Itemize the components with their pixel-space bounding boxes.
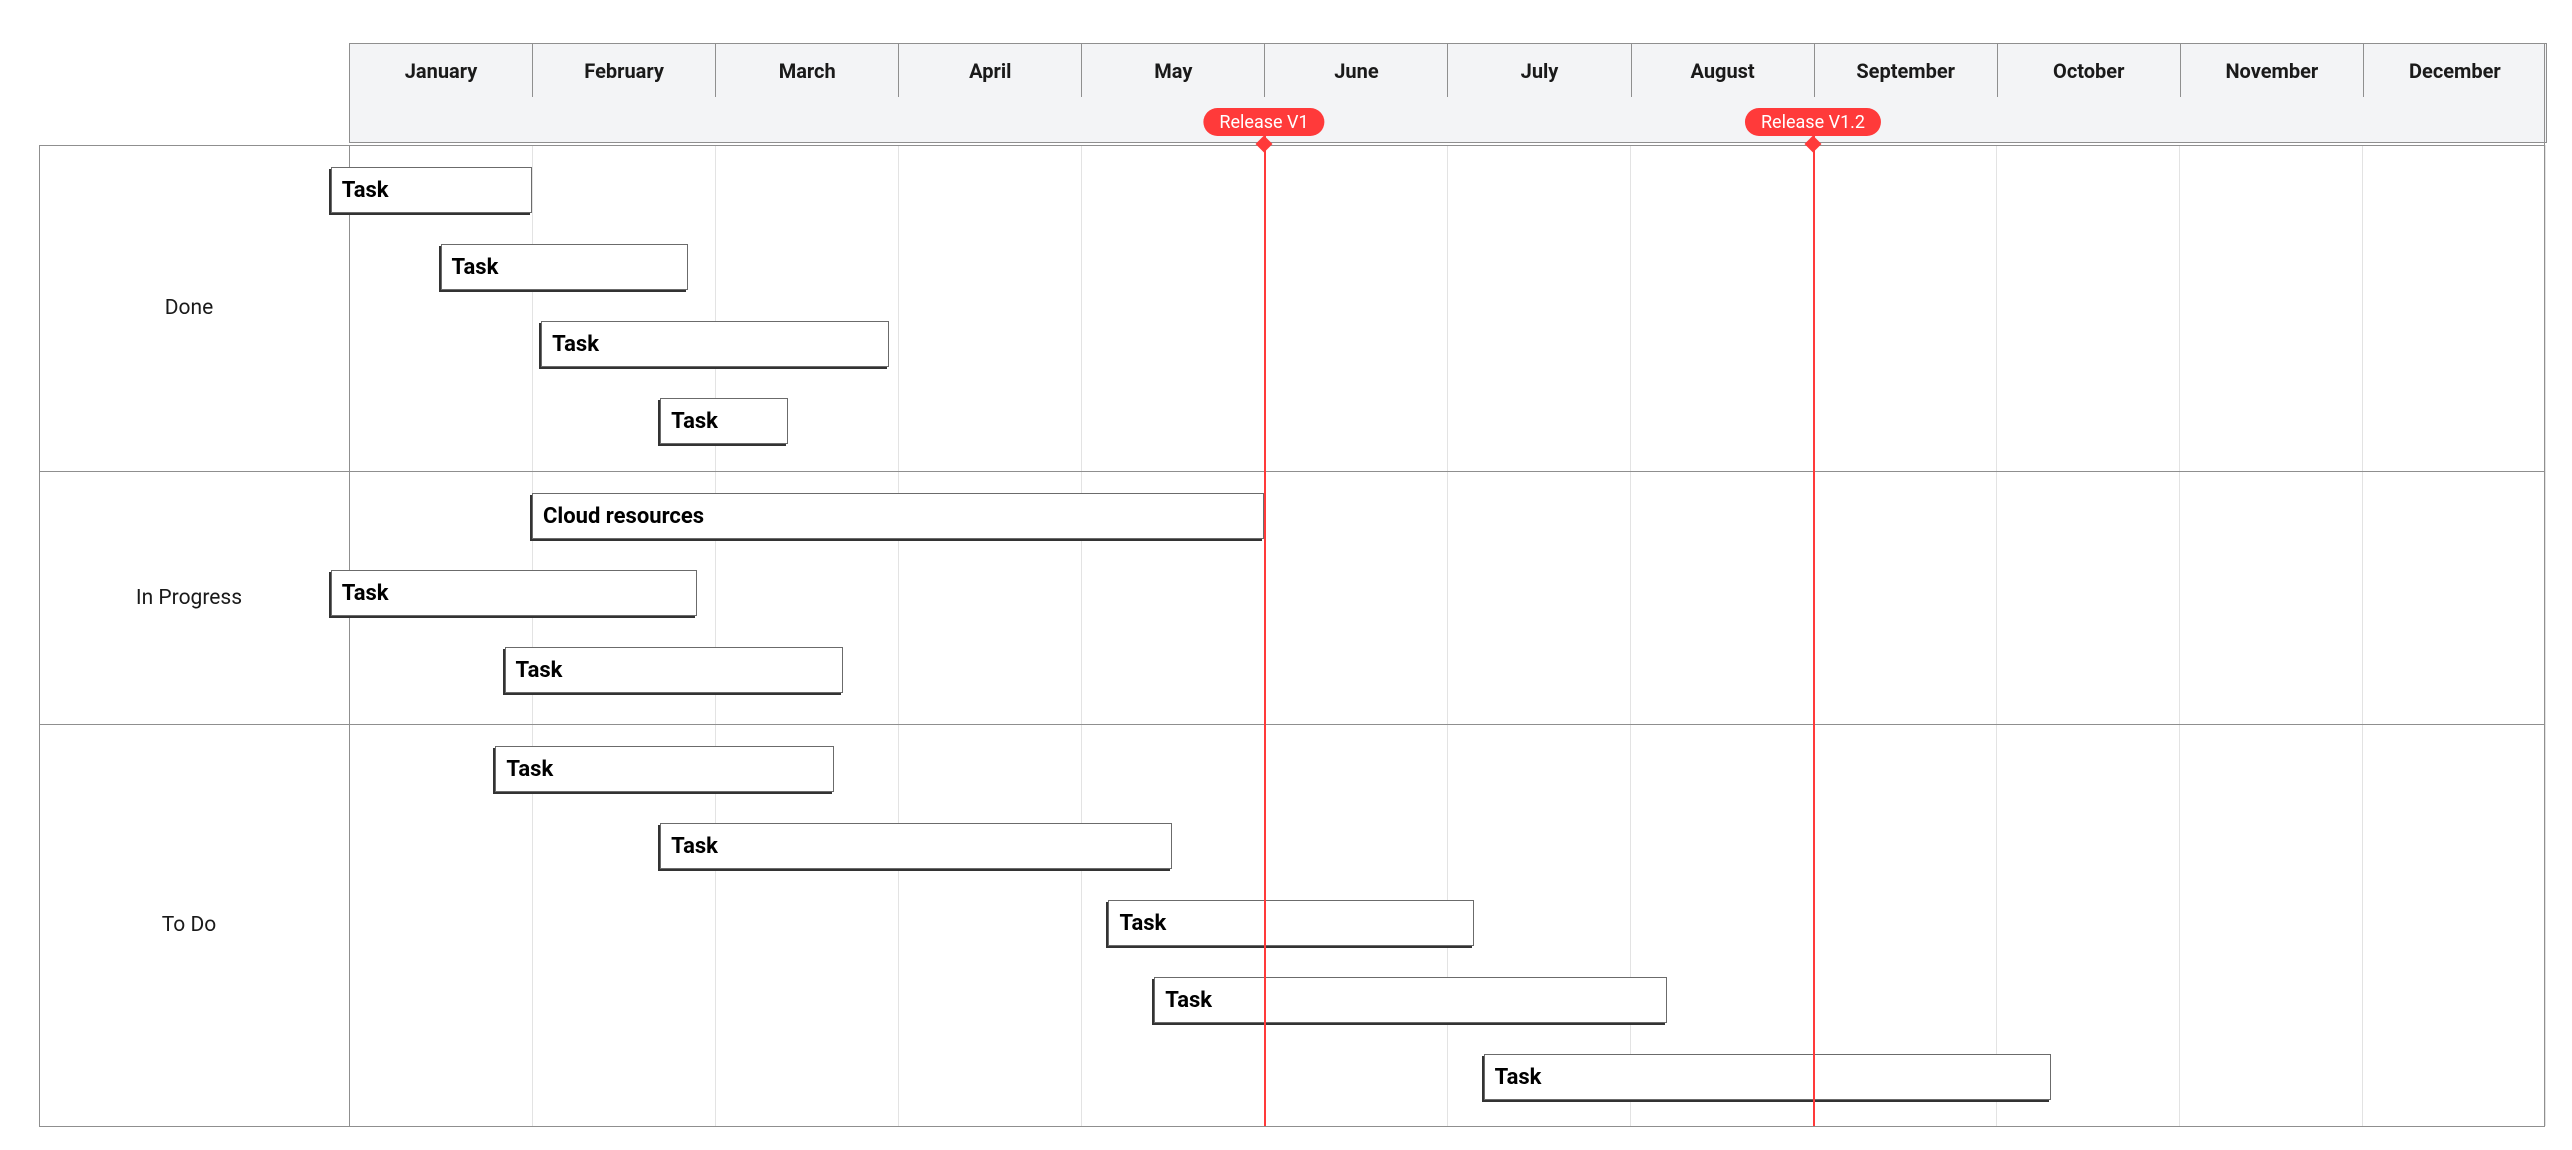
- milestone-label[interactable]: Release V1: [1203, 108, 1324, 136]
- chart-border-bottom: [39, 1126, 2545, 1127]
- gantt-task-bar[interactable]: Task: [331, 167, 532, 213]
- gantt-task-bar[interactable]: Task: [331, 570, 697, 616]
- month-gridline: [715, 145, 716, 1126]
- gantt-task-bar[interactable]: Cloud resources: [532, 493, 1264, 539]
- milestone-row: [349, 97, 2547, 143]
- gantt-task-bar[interactable]: Task: [660, 398, 788, 444]
- gantt-task-bar[interactable]: Task: [660, 823, 1172, 869]
- month-gridline: [898, 145, 899, 1126]
- chart-border-left: [39, 145, 40, 1126]
- month-gridline: [2362, 145, 2363, 1126]
- section-label: In Progress: [39, 586, 339, 610]
- section-label: Done: [39, 296, 339, 320]
- milestone-line: [1264, 121, 1266, 1126]
- month-header: May: [1082, 44, 1265, 97]
- month-header: October: [1998, 44, 2181, 97]
- gantt-task-bar[interactable]: Task: [1108, 900, 1474, 946]
- month-gridline: [2179, 145, 2180, 1126]
- gantt-task-bar[interactable]: Task: [441, 244, 688, 290]
- gantt-task-bar[interactable]: Task: [541, 321, 889, 367]
- section-divider: [39, 471, 2545, 472]
- month-header: September: [1815, 44, 1998, 97]
- month-header-row: JanuaryFebruaryMarchAprilMayJuneJulyAugu…: [349, 43, 2547, 98]
- gantt-task-bar[interactable]: Task: [1154, 977, 1666, 1023]
- month-gridline: [349, 145, 350, 1126]
- month-header: February: [533, 44, 716, 97]
- month-gridline: [1996, 145, 1997, 1126]
- gantt-task-bar[interactable]: Task: [505, 647, 844, 693]
- month-header: June: [1265, 44, 1448, 97]
- section-divider: [39, 145, 2545, 146]
- month-header: March: [716, 44, 899, 97]
- month-header: April: [899, 44, 1082, 97]
- month-gridline: [1081, 145, 1082, 1126]
- milestone-line: [1813, 121, 1815, 1126]
- gantt-chart: JanuaryFebruaryMarchAprilMayJuneJulyAugu…: [0, 0, 2572, 1150]
- month-header: January: [350, 44, 533, 97]
- month-header: December: [2364, 44, 2546, 97]
- month-header: November: [2181, 44, 2364, 97]
- gantt-task-bar[interactable]: Task: [1484, 1054, 2051, 1100]
- month-header: August: [1632, 44, 1815, 97]
- month-gridline: [532, 145, 533, 1126]
- section-label: To Do: [39, 913, 339, 937]
- month-header: July: [1448, 44, 1631, 97]
- section-divider: [39, 724, 2545, 725]
- milestone-label[interactable]: Release V1.2: [1745, 108, 1881, 136]
- month-gridline: [2545, 145, 2546, 1126]
- gantt-task-bar[interactable]: Task: [495, 746, 834, 792]
